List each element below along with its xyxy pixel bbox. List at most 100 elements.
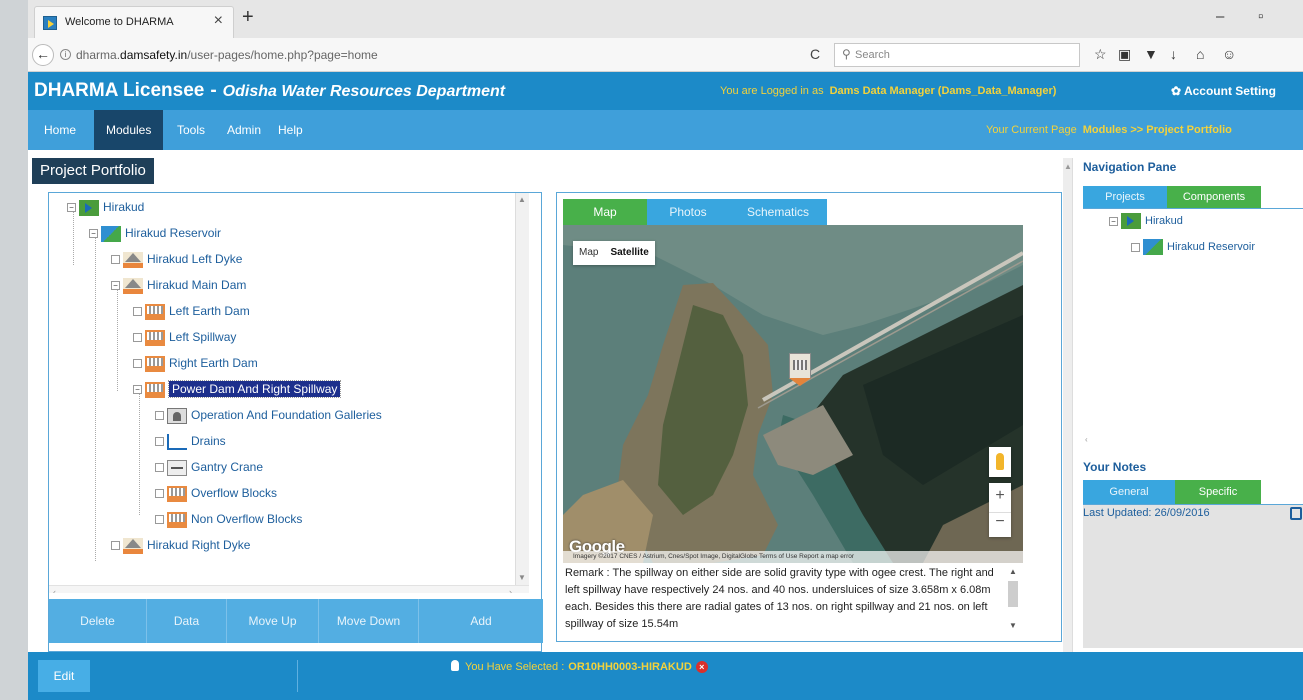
expand-icon[interactable] xyxy=(1131,242,1140,252)
clear-selection-icon[interactable]: × xyxy=(695,661,708,673)
tab-general[interactable]: General xyxy=(1083,480,1175,504)
project-tree: − Hirakud − Hirakud Reservoir Hirakud Left… xyxy=(49,193,529,593)
zoom-in-button[interactable]: + xyxy=(989,487,1011,505)
component-icon xyxy=(145,329,165,346)
tab-components[interactable]: Components xyxy=(1167,186,1261,208)
info-icon[interactable]: i xyxy=(60,49,71,60)
dam-icon xyxy=(123,277,143,294)
dam-marker-icon[interactable] xyxy=(789,353,811,386)
scroll-up-icon[interactable]: ▲ xyxy=(1009,567,1017,576)
edit-note-icon[interactable] xyxy=(1290,507,1302,520)
collapse-icon[interactable]: − xyxy=(1109,216,1118,226)
tree-node[interactable]: Drains xyxy=(155,431,226,451)
expand-icon[interactable] xyxy=(111,255,120,265)
collapse-icon[interactable]: − xyxy=(67,203,76,213)
tree-node-label: Hirakud Main Dam xyxy=(147,278,247,292)
tree-node[interactable]: Non Overflow Blocks xyxy=(155,509,302,529)
tree-horizontal-scrollbar[interactable]: ‹ › xyxy=(49,585,529,593)
screen-background: Welcome to DHARMA × + – ▫ ← i dharma.dam… xyxy=(0,0,1303,700)
scroll-down-icon[interactable]: ▼ xyxy=(1009,621,1017,630)
collapse-icon[interactable]: − xyxy=(133,385,142,395)
emoji-icon[interactable]: ☺ xyxy=(1222,46,1236,62)
star-icon[interactable]: ☆ xyxy=(1094,46,1107,63)
nav-tree-node[interactable]: − Hirakud xyxy=(1109,211,1183,231)
data-button[interactable]: Data xyxy=(147,599,227,643)
satellite-map[interactable]: Map Satellite + − Google Imagery ©2017 CN… xyxy=(563,225,1023,563)
expand-icon[interactable] xyxy=(133,333,142,343)
new-tab-icon[interactable]: + xyxy=(242,6,254,29)
delete-button[interactable]: Delete xyxy=(49,599,147,643)
zoom-out-button[interactable]: − xyxy=(989,512,1011,531)
tree-node[interactable]: − Hirakud Main Dam xyxy=(111,275,246,295)
scroll-left-icon[interactable]: ‹ xyxy=(53,587,56,593)
street-view-pegman-icon[interactable] xyxy=(989,447,1011,477)
tree-node[interactable]: Gantry Crane xyxy=(155,457,263,477)
tree-node[interactable]: − Hirakud Reservoir xyxy=(89,223,221,243)
tree-node[interactable]: − Hirakud xyxy=(67,197,144,217)
collapse-icon[interactable]: − xyxy=(111,281,120,291)
search-placeholder: Search xyxy=(855,49,890,61)
scroll-up-icon[interactable]: ▲ xyxy=(1064,162,1072,171)
tab-projects[interactable]: Projects xyxy=(1083,186,1167,208)
notes-area[interactable]: Last Updated: 26/09/2016 xyxy=(1083,504,1303,648)
scroll-up-icon[interactable]: ▲ xyxy=(518,195,526,204)
tree-node[interactable]: Hirakud Right Dyke xyxy=(111,535,250,555)
add-button[interactable]: Add xyxy=(419,599,543,643)
login-info: You are Logged in as Dams Data Manager (D… xyxy=(720,85,1056,97)
remark-scrollbar[interactable]: ▲ ▼ xyxy=(1005,567,1021,633)
expand-icon[interactable] xyxy=(133,359,142,369)
expand-icon[interactable] xyxy=(155,515,164,525)
edit-button[interactable]: Edit xyxy=(38,660,90,692)
pocket-icon[interactable]: ▼ xyxy=(1144,46,1158,62)
restore-icon[interactable]: ▫ xyxy=(1258,8,1263,25)
tab-photos[interactable]: Photos xyxy=(647,199,729,225)
search-input[interactable]: ⚲ Search xyxy=(834,43,1080,67)
collapse-icon[interactable]: − xyxy=(89,229,98,239)
tree-vertical-scrollbar[interactable]: ▲ ▼ xyxy=(515,193,529,593)
tree-node[interactable]: Operation And Foundation Galleries xyxy=(155,405,382,425)
expand-icon[interactable] xyxy=(155,489,164,499)
clipboard-icon[interactable]: ▣ xyxy=(1118,46,1131,63)
expand-icon[interactable] xyxy=(155,411,164,421)
map-type-map[interactable]: Map xyxy=(573,247,604,258)
pane-divider-scrollbar[interactable]: ▲ xyxy=(1063,158,1073,653)
expand-icon[interactable] xyxy=(133,307,142,317)
scroll-down-icon[interactable]: ▼ xyxy=(518,573,526,582)
minimize-icon[interactable]: – xyxy=(1216,8,1224,25)
download-icon[interactable]: ↓ xyxy=(1170,46,1177,62)
account-settings-link[interactable]: ✿ Account Setting xyxy=(1171,84,1276,98)
menu-admin[interactable]: Admin xyxy=(215,110,273,150)
media-panel: Map Photos Schematics Map Satellite + − … xyxy=(556,192,1062,642)
zoom-control: + − xyxy=(989,483,1011,537)
back-arrow-icon[interactable]: ← xyxy=(32,44,54,66)
map-type-satellite[interactable]: Satellite xyxy=(604,247,654,258)
scroll-left-icon[interactable]: ‹ xyxy=(1085,435,1088,444)
tree-node-selected[interactable]: − Power Dam And Right Spillway xyxy=(133,379,342,399)
tree-node[interactable]: Left Earth Dam xyxy=(133,301,250,321)
menu-help[interactable]: Help xyxy=(266,110,315,150)
expand-icon[interactable] xyxy=(111,541,120,551)
tree-node[interactable]: Overflow Blocks xyxy=(155,483,277,503)
browser-tab[interactable]: Welcome to DHARMA × xyxy=(34,6,234,38)
menu-tools[interactable]: Tools xyxy=(165,110,217,150)
move-down-button[interactable]: Move Down xyxy=(319,599,419,643)
reload-icon[interactable]: C xyxy=(810,46,820,62)
home-icon[interactable]: ⌂ xyxy=(1196,46,1204,62)
menu-modules[interactable]: Modules xyxy=(94,110,164,150)
selected-value: OR10HH0003-HIRAKUD xyxy=(568,661,692,673)
scroll-right-icon[interactable]: › xyxy=(509,587,512,593)
expand-icon[interactable] xyxy=(155,437,164,447)
nav-tree-node[interactable]: Hirakud Reservoir xyxy=(1131,237,1255,257)
tree-node[interactable]: Left Spillway xyxy=(133,327,236,347)
tab-specific[interactable]: Specific xyxy=(1175,480,1261,504)
menu-home[interactable]: Home xyxy=(32,110,88,150)
tree-node[interactable]: Hirakud Left Dyke xyxy=(111,249,242,269)
close-tab-icon[interactable]: × xyxy=(214,12,223,30)
tab-map[interactable]: Map xyxy=(563,199,647,225)
tab-schematics[interactable]: Schematics xyxy=(729,199,827,225)
url-field[interactable]: dharma.damsafety.in/user-pages/home.php?… xyxy=(76,48,378,62)
move-up-button[interactable]: Move Up xyxy=(227,599,319,643)
scroll-thumb[interactable] xyxy=(1008,581,1018,607)
expand-icon[interactable] xyxy=(155,463,164,473)
tree-node[interactable]: Right Earth Dam xyxy=(133,353,258,373)
